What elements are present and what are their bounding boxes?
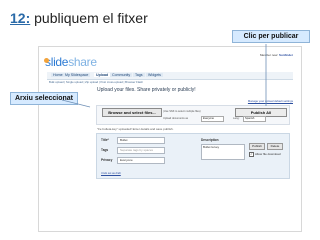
settings-link[interactable]: Manage your upload default settings: [248, 99, 293, 103]
allow-download-label: Allow file download: [255, 152, 281, 156]
upload-page-title: Upload your files. Share privately or pu…: [97, 87, 196, 93]
tags-label: Tags: [101, 148, 109, 152]
nav-community[interactable]: Community: [110, 73, 133, 77]
member-link[interactable]: Sunfinder: [279, 53, 293, 57]
upload-panel: Browse and select files... (Use Shift to…: [96, 105, 290, 125]
screenshot-frame: slideshare Member now: Sunfinder Home My…: [38, 46, 302, 232]
callout-publish: Clic per publicar: [232, 30, 310, 43]
step-title: publiquem el fitxer: [34, 10, 148, 26]
privacy-label: Privacy: [101, 158, 113, 162]
main-nav: Home My Slidespace Upload Community Tags…: [47, 72, 293, 80]
nav-widgets[interactable]: Widgets: [146, 73, 163, 77]
nav-tags[interactable]: Tags: [133, 73, 145, 77]
logo-icon: [44, 58, 49, 63]
privacy-dropdown[interactable]: Everyone: [117, 157, 165, 164]
step-number: 12:: [10, 10, 31, 26]
callout-browse: Arxiu seleccionat: [10, 92, 78, 105]
nav-my-slidespace[interactable]: My Slidespace: [63, 73, 91, 77]
privacy-text: Upload documents as: [163, 117, 189, 120]
member-info: Member now: Sunfinder: [259, 53, 293, 57]
browse-files-button[interactable]: Browse and select files...: [102, 108, 162, 117]
upload-hint: (Use Shift to select multiple files): [163, 110, 201, 113]
privacy-select[interactable]: Everyone: [201, 116, 224, 122]
tags-input[interactable]: Separate tags by spaces: [117, 147, 165, 154]
file-details-form: Title* Bullet Tags Separate tags by spac…: [96, 133, 290, 179]
title-label: Title*: [101, 138, 109, 142]
lang-text: Lang:: [233, 117, 240, 120]
description-text: Bullet la key: [203, 145, 220, 149]
undo-draft-link[interactable]: Undo set as draft: [101, 172, 121, 175]
upload-subnav[interactable]: Bulk upload | Single upload | Zip upload…: [49, 80, 143, 84]
uploaded-status: "Fe bulleta.key" uploaded! Enter details…: [97, 127, 174, 131]
allow-download-checkbox[interactable]: ✓: [249, 152, 254, 157]
delete-button[interactable]: Delete: [267, 143, 283, 150]
title-input[interactable]: Bullet: [117, 137, 165, 144]
slide-heading: 12: publiquem el fitxer: [10, 10, 148, 26]
publish-button[interactable]: Publish: [249, 143, 265, 150]
nav-upload[interactable]: Upload: [94, 73, 111, 77]
slideshare-logo: slideshare: [44, 55, 97, 69]
language-select[interactable]: Spanish: [243, 116, 266, 122]
description-label: Description: [201, 138, 219, 142]
